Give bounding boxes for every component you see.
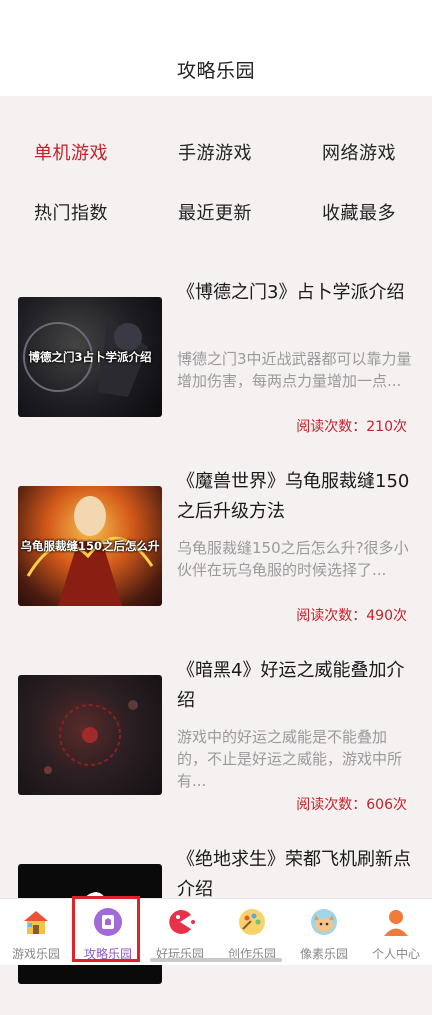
page-title: 攻略乐园 — [176, 60, 255, 82]
filter-recent-updates[interactable]: 最近更新 — [178, 199, 252, 225]
tab-label: 个人中心 — [371, 947, 420, 961]
filter-mobile-games[interactable]: 手游游戏 — [178, 139, 252, 165]
thumbnail-caption: 博德之门3占卜学派介绍 — [28, 350, 152, 364]
article-thumbnail: 博德之门3占卜学派介绍 — [18, 297, 162, 417]
filter-online-games[interactable]: 网络游戏 — [322, 139, 396, 165]
article-view-count: 阅读次数：490次 — [296, 608, 407, 624]
article-thumbnail — [18, 675, 162, 795]
tab-label: 攻略乐园 — [83, 947, 132, 961]
home-indicator[interactable] — [150, 958, 282, 962]
article-description: 博德之门3中近战武器都可以靠力量增加伤害，每两点力量增加一点... — [177, 350, 412, 390]
tab-creation-park[interactable]: 创作乐园 — [216, 899, 288, 965]
person-icon — [381, 907, 411, 937]
thumbnail-caption: 乌龟服裁缝150之后怎么升 — [20, 539, 160, 553]
tab-profile[interactable]: 个人中心 — [360, 899, 432, 965]
pacman-icon — [165, 907, 195, 937]
app-header: 攻略乐园 — [0, 0, 432, 96]
filter-popularity[interactable]: 热门指数 — [34, 199, 108, 225]
tab-label: 像素乐园 — [299, 947, 348, 961]
tab-label: 游戏乐园 — [11, 947, 60, 961]
thumbnail-art — [44, 700, 138, 774]
tab-game-park[interactable]: 游戏乐园 — [0, 899, 72, 965]
article-title: 《魔兽世界》乌龟服裁缝150之后升级方法 — [177, 471, 410, 522]
filter-panel: 单机游戏 手游游戏 网络游戏 热门指数 最近更新 收藏最多 — [0, 96, 432, 256]
article-view-count: 阅读次数：210次 — [296, 419, 407, 435]
article-thumbnail: 乌龟服裁缝150之后怎么升 — [18, 486, 162, 606]
filter-single-player[interactable]: 单机游戏 — [34, 139, 108, 165]
article-title: 《暗黑4》好运之威能叠加介绍 — [177, 660, 405, 711]
article-title: 《博德之门3》占卜学派介绍 — [177, 282, 405, 303]
filter-most-favorited[interactable]: 收藏最多 — [322, 199, 396, 225]
tab-guide-park[interactable]: 攻略乐园 — [72, 899, 144, 965]
article-card[interactable]: 博德之门3占卜学派介绍 《博德之门3》占卜学派介绍 博德之门3中近战武器都可以靠… — [0, 270, 432, 448]
article-card[interactable]: 《暗黑4》好运之威能叠加介绍 游戏中的好运之威能是不能叠加的，不止是好运之威能，… — [0, 648, 432, 826]
article-description: 乌龟服裁缝150之后怎么升?很多小伙伴在玩乌龟服的时候选择了... — [177, 539, 409, 579]
tab-pixel-park[interactable]: 像素乐园 — [288, 899, 360, 965]
article-title: 《绝地求生》荣都飞机刷新点介绍 — [177, 849, 411, 900]
guide-icon — [93, 907, 123, 937]
pixel-cat-icon — [309, 907, 339, 937]
article-card[interactable]: 乌龟服裁缝150之后怎么升 《魔兽世界》乌龟服裁缝150之后升级方法 乌龟服裁缝… — [0, 459, 432, 637]
article-view-count: 阅读次数：606次 — [296, 797, 407, 813]
palette-icon — [237, 907, 267, 937]
article-description: 游戏中的好运之威能是不能叠加的，不止是好运之威能，游戏中所有... — [177, 728, 403, 790]
house-icon — [21, 907, 51, 937]
tab-fun-park[interactable]: 好玩乐园 — [144, 899, 216, 965]
bottom-tab-bar: 游戏乐园 攻略乐园 好玩乐园 创作乐园 像素乐园 个人中心 — [0, 898, 432, 965]
